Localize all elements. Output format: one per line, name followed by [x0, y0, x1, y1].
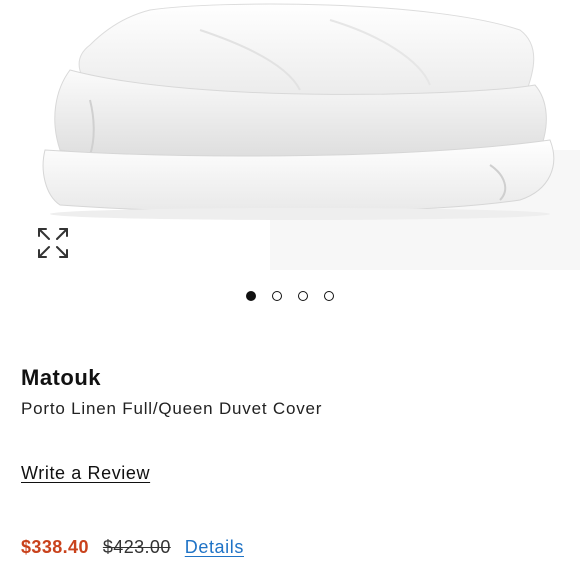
carousel-dot-1[interactable] [246, 291, 256, 301]
sale-price: $338.40 [21, 537, 89, 557]
folded-duvet-illustration [42, 3, 580, 270]
product-image[interactable] [0, 0, 580, 275]
expand-image-button[interactable] [32, 222, 74, 264]
carousel-dots [0, 291, 580, 301]
original-price: $423.00 [102, 537, 171, 557]
carousel-dot-4[interactable] [324, 291, 334, 301]
price-details-link[interactable]: Details [185, 537, 244, 558]
expand-arrows-icon [38, 228, 68, 258]
price-row: $338.40 $423.00 Details [21, 537, 244, 558]
product-title: Porto Linen Full/Queen Duvet Cover [21, 399, 323, 418]
carousel-dot-2[interactable] [272, 291, 282, 301]
carousel-dot-3[interactable] [298, 291, 308, 301]
write-review-link[interactable]: Write a Review [21, 463, 150, 484]
brand-name[interactable]: Matouk [21, 365, 101, 391]
